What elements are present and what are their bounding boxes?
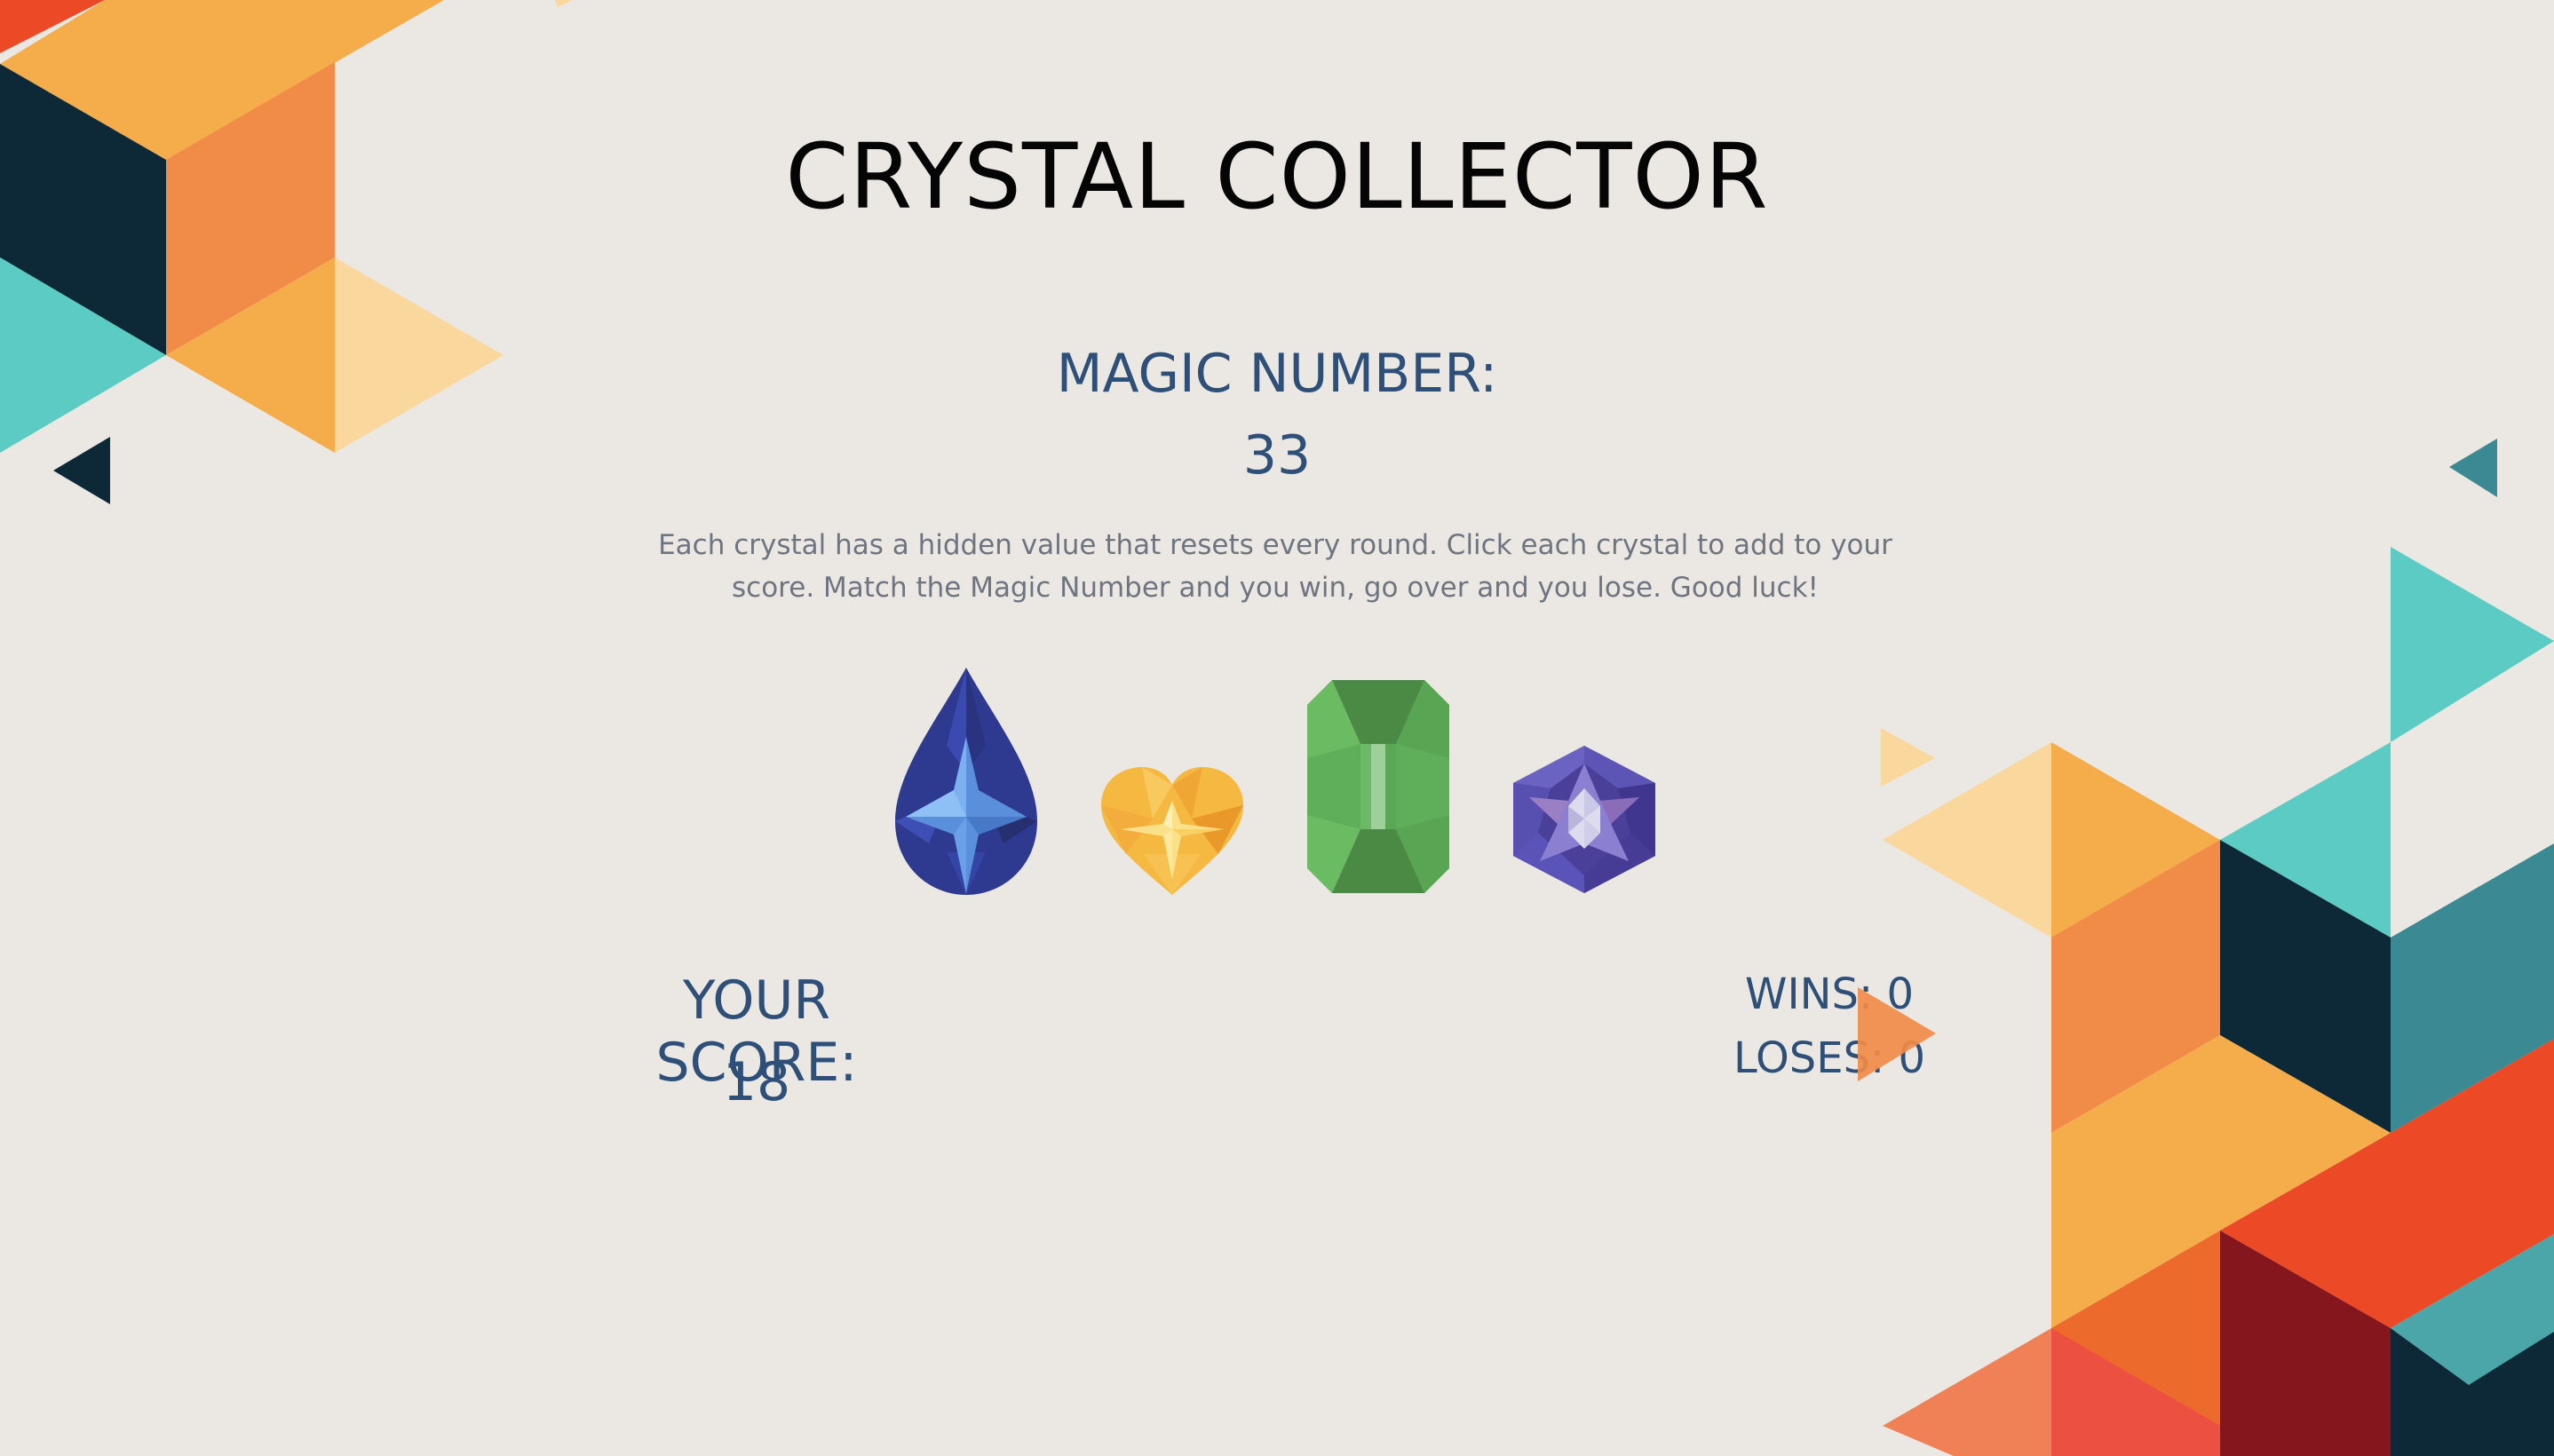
blue-teardrop-crystal[interactable] — [893, 666, 1039, 897]
loses-counter: LOSES: 0 — [1733, 1033, 1926, 1083]
green-emerald-crystal-icon — [1307, 680, 1449, 893]
game-screen: CRYSTAL COLLECTOR MAGIC NUMBER: 33 Each … — [0, 0, 2554, 1456]
score-value: 18 — [722, 1051, 791, 1113]
purple-hexagon-crystal-icon — [1513, 746, 1655, 893]
blue-teardrop-crystal-icon — [895, 668, 1037, 895]
yellow-heart-crystal[interactable] — [1099, 765, 1245, 897]
instructions-text: Each crystal has a hidden value that res… — [658, 529, 1892, 604]
green-emerald-crystal[interactable] — [1305, 678, 1451, 895]
yellow-heart-crystal-icon — [1101, 767, 1243, 895]
magic-number-value: 33 — [1242, 424, 1312, 487]
magic-number-label: MAGIC NUMBER: — [1056, 343, 1498, 405]
purple-hexagon-crystal[interactable] — [1511, 744, 1657, 895]
wins-counter: WINS: 0 — [1745, 969, 1914, 1019]
game-title: CRYSTAL COLLECTOR — [785, 124, 1769, 230]
